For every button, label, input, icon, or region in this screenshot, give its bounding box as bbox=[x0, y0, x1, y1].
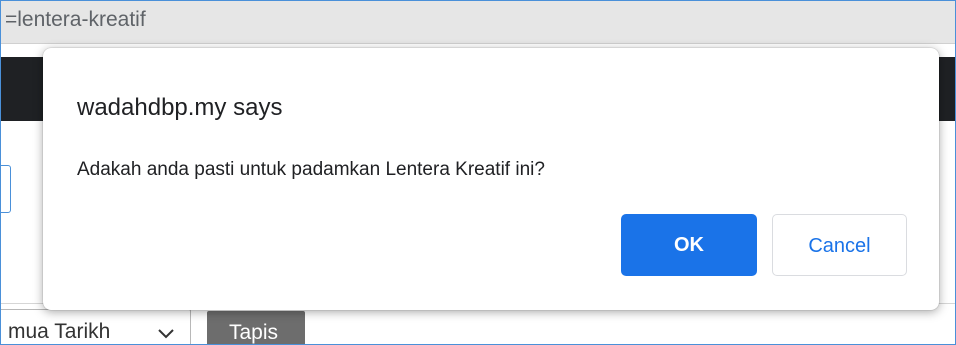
address-bar[interactable]: =lentera-kreatif bbox=[1, 1, 955, 44]
dialog-title: wadahdbp.my says bbox=[77, 94, 283, 121]
dialog-message: Adakah anda pasti untuk padamkan Lentera… bbox=[77, 159, 545, 180]
date-filter-value: mua Tarikh bbox=[8, 320, 111, 343]
alert-dialog: wadahdbp.my says Adakah anda pasti untuk… bbox=[43, 48, 939, 310]
filter-button[interactable]: Tapis bbox=[207, 311, 305, 344]
date-filter-select[interactable]: mua Tarikh bbox=[1, 309, 191, 344]
chevron-down-icon bbox=[158, 326, 174, 344]
url-text: =lentera-kreatif bbox=[5, 8, 146, 31]
search-input[interactable] bbox=[1, 165, 11, 213]
filter-button-label: Tapis bbox=[229, 321, 279, 344]
browser-window: =lentera-kreatif mua Tarikh Tapis wadahd… bbox=[0, 0, 956, 345]
cancel-button[interactable]: Cancel bbox=[772, 214, 907, 276]
ok-button[interactable]: OK bbox=[621, 214, 757, 276]
